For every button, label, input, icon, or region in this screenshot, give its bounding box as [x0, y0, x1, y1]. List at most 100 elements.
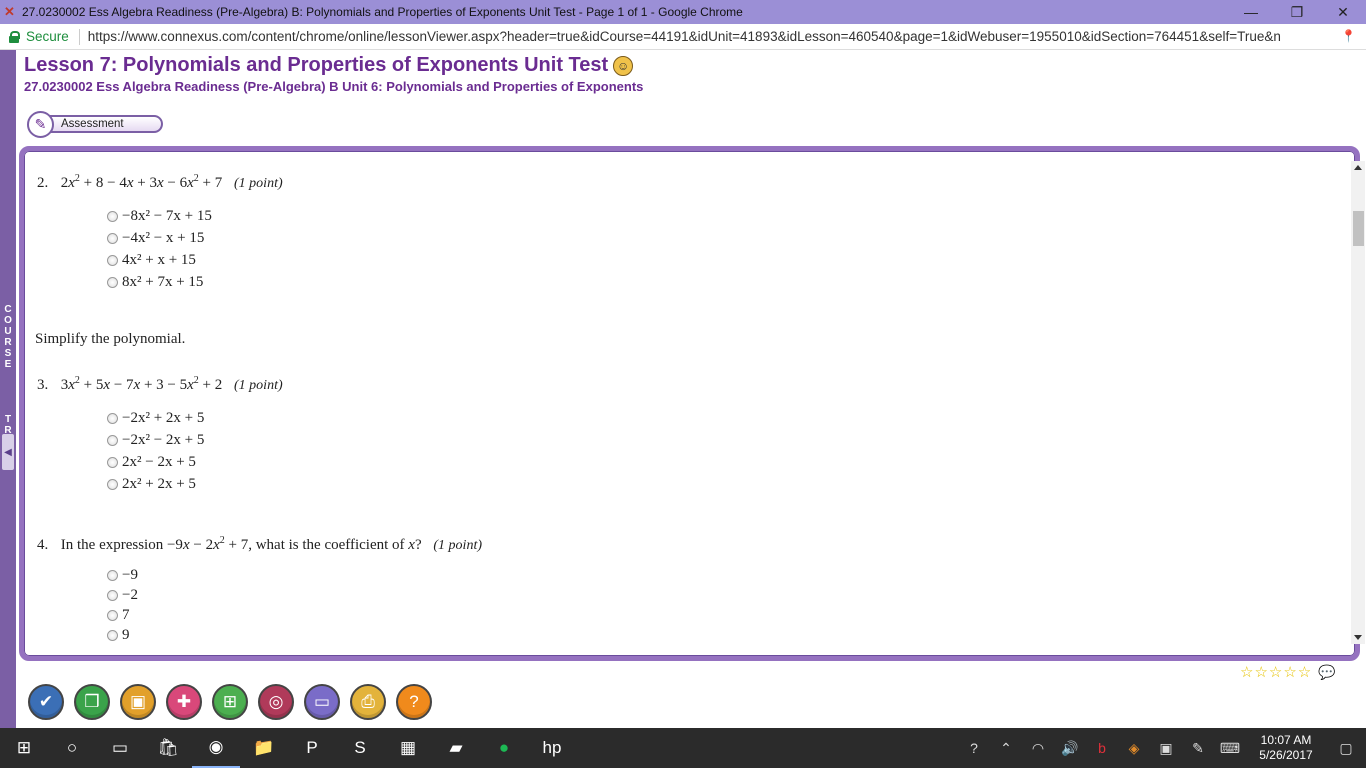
skype-icon[interactable]: S: [336, 728, 384, 768]
keyboard-icon[interactable]: ⌨: [1214, 740, 1246, 757]
close-button[interactable]: ✕: [1320, 0, 1366, 24]
question-text: In the expression −9x − 2x2 + 7, what is…: [60, 535, 422, 553]
radio-button[interactable]: [107, 412, 118, 424]
restore-button[interactable]: ❐: [1274, 0, 1320, 24]
radio-button[interactable]: [107, 276, 118, 288]
radio-button[interactable]: [107, 434, 118, 446]
answer-option[interactable]: −2: [107, 585, 138, 605]
scroll-up-icon[interactable]: [1354, 165, 1362, 170]
question-text: 2x2 + 8 − 4x + 3x − 6x2 + 7: [60, 173, 223, 191]
instruction-text: Simplify the polynomial.: [35, 331, 186, 347]
window-controls: — ❐ ✕: [1228, 0, 1366, 24]
lock-icon: [9, 30, 20, 43]
lesson-toolbar: ✔ ❒ ▣ ✚ ⊞ ◎ ▭ ⎙ ?: [28, 684, 432, 720]
radio-button[interactable]: [107, 609, 118, 621]
hp-icon[interactable]: hp: [528, 728, 576, 768]
page-title: Lesson 7: Polynomials and Properties of …: [24, 54, 634, 77]
course-tree-sidebar[interactable]: C O U R S E T R E E ◀: [0, 50, 16, 728]
pandora-icon[interactable]: P: [288, 728, 336, 768]
radio-button[interactable]: [107, 254, 118, 266]
url-field[interactable]: https://www.connexus.com/content/chrome/…: [88, 29, 1343, 44]
pushpin-icon[interactable]: ✚: [166, 684, 202, 720]
radio-button[interactable]: [107, 232, 118, 244]
chrome-icon[interactable]: ◉: [192, 728, 240, 768]
radio-button[interactable]: [107, 629, 118, 641]
question-points: (1 point): [234, 378, 283, 393]
answer-option[interactable]: 2x² + 2x + 5: [107, 473, 204, 495]
secure-label: Secure: [26, 29, 69, 44]
help-icon[interactable]: ?: [396, 684, 432, 720]
volume-icon[interactable]: 🔊: [1054, 740, 1086, 757]
notifications-icon[interactable]: ▢: [1326, 740, 1366, 757]
power-icon[interactable]: ▣: [1150, 740, 1182, 757]
answer-options-q2: −8x² − 7x + 15 −4x² − x + 15 4x² + x + 1…: [107, 205, 212, 293]
answer-option[interactable]: 8x² + 7x + 15: [107, 271, 212, 293]
lesson-title-text: Lesson 7: Polynomials and Properties of …: [24, 54, 609, 76]
answer-option[interactable]: −2x² − 2x + 5: [107, 429, 204, 451]
question-2: 2. 2x2 + 8 − 4x + 3x − 6x2 + 7 (1 point): [37, 173, 283, 192]
question-number: 3.: [37, 377, 49, 393]
windows-start-icon[interactable]: ⊞: [0, 728, 48, 768]
scroll-down-icon[interactable]: [1354, 635, 1362, 640]
clock-date: 5/26/2017: [1259, 748, 1313, 762]
question-points: (1 point): [433, 538, 482, 553]
bookmark-pin-icon[interactable]: 📍: [1341, 29, 1356, 43]
answer-option[interactable]: −4x² − x + 15: [107, 227, 212, 249]
question-4: 4. In the expression −9x − 2x2 + 7, what…: [37, 535, 482, 554]
file-explorer-icon[interactable]: 📁: [240, 728, 288, 768]
vertical-scrollbar[interactable]: [1351, 161, 1365, 644]
radio-button[interactable]: [107, 478, 118, 490]
calculator-icon[interactable]: ⊞: [212, 684, 248, 720]
chevron-up-icon[interactable]: ⌃: [990, 740, 1022, 757]
connexus-icon: ✕: [4, 4, 15, 19]
answer-option[interactable]: 2x² − 2x + 5: [107, 451, 204, 473]
answer-option[interactable]: −2x² + 2x + 5: [107, 407, 204, 429]
pen-icon[interactable]: ✎: [1182, 740, 1214, 757]
radio-button[interactable]: [107, 569, 118, 581]
beats-icon[interactable]: b: [1086, 740, 1118, 756]
minimize-button[interactable]: —: [1228, 0, 1274, 24]
system-clock[interactable]: 10:07 AM 5/26/2017: [1246, 733, 1326, 763]
calculator-app-icon[interactable]: ▦: [384, 728, 432, 768]
printer-icon[interactable]: ⎙: [350, 684, 386, 720]
sticky-notes-icon[interactable]: ▰: [432, 728, 480, 768]
radio-button[interactable]: [107, 589, 118, 601]
wifi-icon[interactable]: ◠: [1022, 740, 1054, 757]
question-points: (1 point): [234, 176, 283, 191]
book-icon[interactable]: ❒: [74, 684, 110, 720]
help-tray-icon[interactable]: ?: [958, 740, 990, 756]
question-number: 4.: [37, 537, 49, 553]
assessment-label: Assessment: [41, 115, 163, 133]
course-tree-toggle[interactable]: ◀: [2, 434, 14, 470]
assessment-icon: ✎: [27, 111, 54, 138]
course-breadcrumb: 27.0230002 Ess Algebra Readiness (Pre-Al…: [24, 79, 644, 94]
lesson-content-frame: 2. 2x2 + 8 − 4x + 3x − 6x2 + 7 (1 point)…: [19, 146, 1365, 661]
question-number: 2.: [37, 175, 49, 191]
screen-icon[interactable]: ▭: [304, 684, 340, 720]
address-divider: [78, 28, 80, 45]
task-view-icon[interactable]: ▭: [96, 728, 144, 768]
answer-option[interactable]: 9: [107, 625, 138, 644]
store-icon[interactable]: 🛍: [144, 728, 192, 768]
rating-widget[interactable]: ☆☆☆☆☆ 💬: [1240, 663, 1337, 682]
window-title-bar: ✕ 27.0230002 Ess Algebra Readiness (Pre-…: [0, 0, 1366, 24]
radio-button[interactable]: [107, 210, 118, 222]
assessment-button[interactable]: Assessment ✎: [27, 111, 165, 138]
tooltip-icon[interactable]: ☺: [613, 55, 634, 76]
backpack-icon[interactable]: ▣: [120, 684, 156, 720]
scroll-thumb[interactable]: [1353, 211, 1364, 246]
answer-option[interactable]: −9: [107, 565, 138, 585]
shield-icon[interactable]: ◈: [1118, 740, 1150, 757]
spotify-icon[interactable]: ●: [480, 728, 528, 768]
answer-option[interactable]: 7: [107, 605, 138, 625]
radio-button[interactable]: [107, 456, 118, 468]
answer-option[interactable]: −8x² − 7x + 15: [107, 205, 212, 227]
target-icon[interactable]: ◎: [258, 684, 294, 720]
cortana-icon[interactable]: ○: [48, 728, 96, 768]
speech-bubble-icon[interactable]: 💬: [1318, 664, 1336, 681]
address-bar[interactable]: Secure https://www.connexus.com/content/…: [0, 24, 1366, 50]
question-list: 2. 2x2 + 8 − 4x + 3x − 6x2 + 7 (1 point)…: [32, 161, 1328, 644]
star-rating[interactable]: ☆☆☆☆☆: [1240, 663, 1312, 681]
check-icon[interactable]: ✔: [28, 684, 64, 720]
answer-option[interactable]: 4x² + x + 15: [107, 249, 212, 271]
